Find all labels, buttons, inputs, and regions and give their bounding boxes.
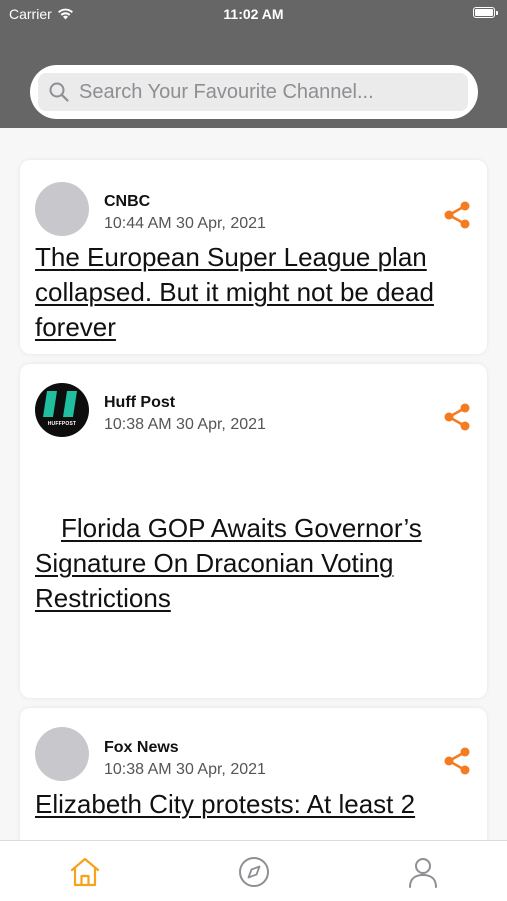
huffpost-logo-mark xyxy=(43,391,77,417)
article-headline[interactable]: Florida GOP Awaits Governor’s Signature … xyxy=(35,511,473,616)
header: Carrier 11:02 AM xyxy=(0,0,507,128)
compass-icon[interactable] xyxy=(236,854,272,890)
search-icon xyxy=(49,82,69,102)
article-headline[interactable]: Elizabeth City protests: At least 2 xyxy=(35,787,473,822)
article-headline[interactable]: The European Super League plan collapsed… xyxy=(35,240,473,345)
source-name: CNBC xyxy=(104,193,151,210)
home-icon[interactable] xyxy=(67,854,103,890)
share-icon[interactable] xyxy=(441,199,473,231)
share-icon[interactable] xyxy=(441,401,473,433)
news-card[interactable]: Fox News 10:38 AM 30 Apr, 2021 Elizabeth… xyxy=(20,708,487,840)
source-name: Fox News xyxy=(104,739,179,756)
share-icon[interactable] xyxy=(441,745,473,777)
tab-bar xyxy=(0,840,507,901)
placeholder-avatar xyxy=(35,727,89,781)
status-bar: Carrier 11:02 AM xyxy=(0,0,507,30)
news-card[interactable]: CNBC 10:44 AM 30 Apr, 2021 The European … xyxy=(20,160,487,354)
publish-date: 10:38 AM 30 Apr, 2021 xyxy=(104,761,266,778)
huffpost-logo-text: HUFFPOST xyxy=(47,421,77,427)
search-input[interactable] xyxy=(77,79,468,105)
huffpost-logo: HUFFPOST xyxy=(35,383,89,437)
battery-icon xyxy=(473,7,498,18)
publish-date: 10:44 AM 30 Apr, 2021 xyxy=(104,215,266,232)
status-time: 11:02 AM xyxy=(223,6,284,22)
news-card[interactable]: HUFFPOST Huff Post 10:38 AM 30 Apr, 2021… xyxy=(20,364,487,698)
placeholder-avatar xyxy=(35,182,89,236)
search-field-container[interactable] xyxy=(38,73,468,111)
news-feed[interactable]: CNBC 10:44 AM 30 Apr, 2021 The European … xyxy=(0,128,507,840)
user-icon[interactable] xyxy=(405,854,441,890)
search-bar xyxy=(30,65,478,119)
source-name: Huff Post xyxy=(104,394,176,411)
publish-date: 10:38 AM 30 Apr, 2021 xyxy=(104,416,266,433)
